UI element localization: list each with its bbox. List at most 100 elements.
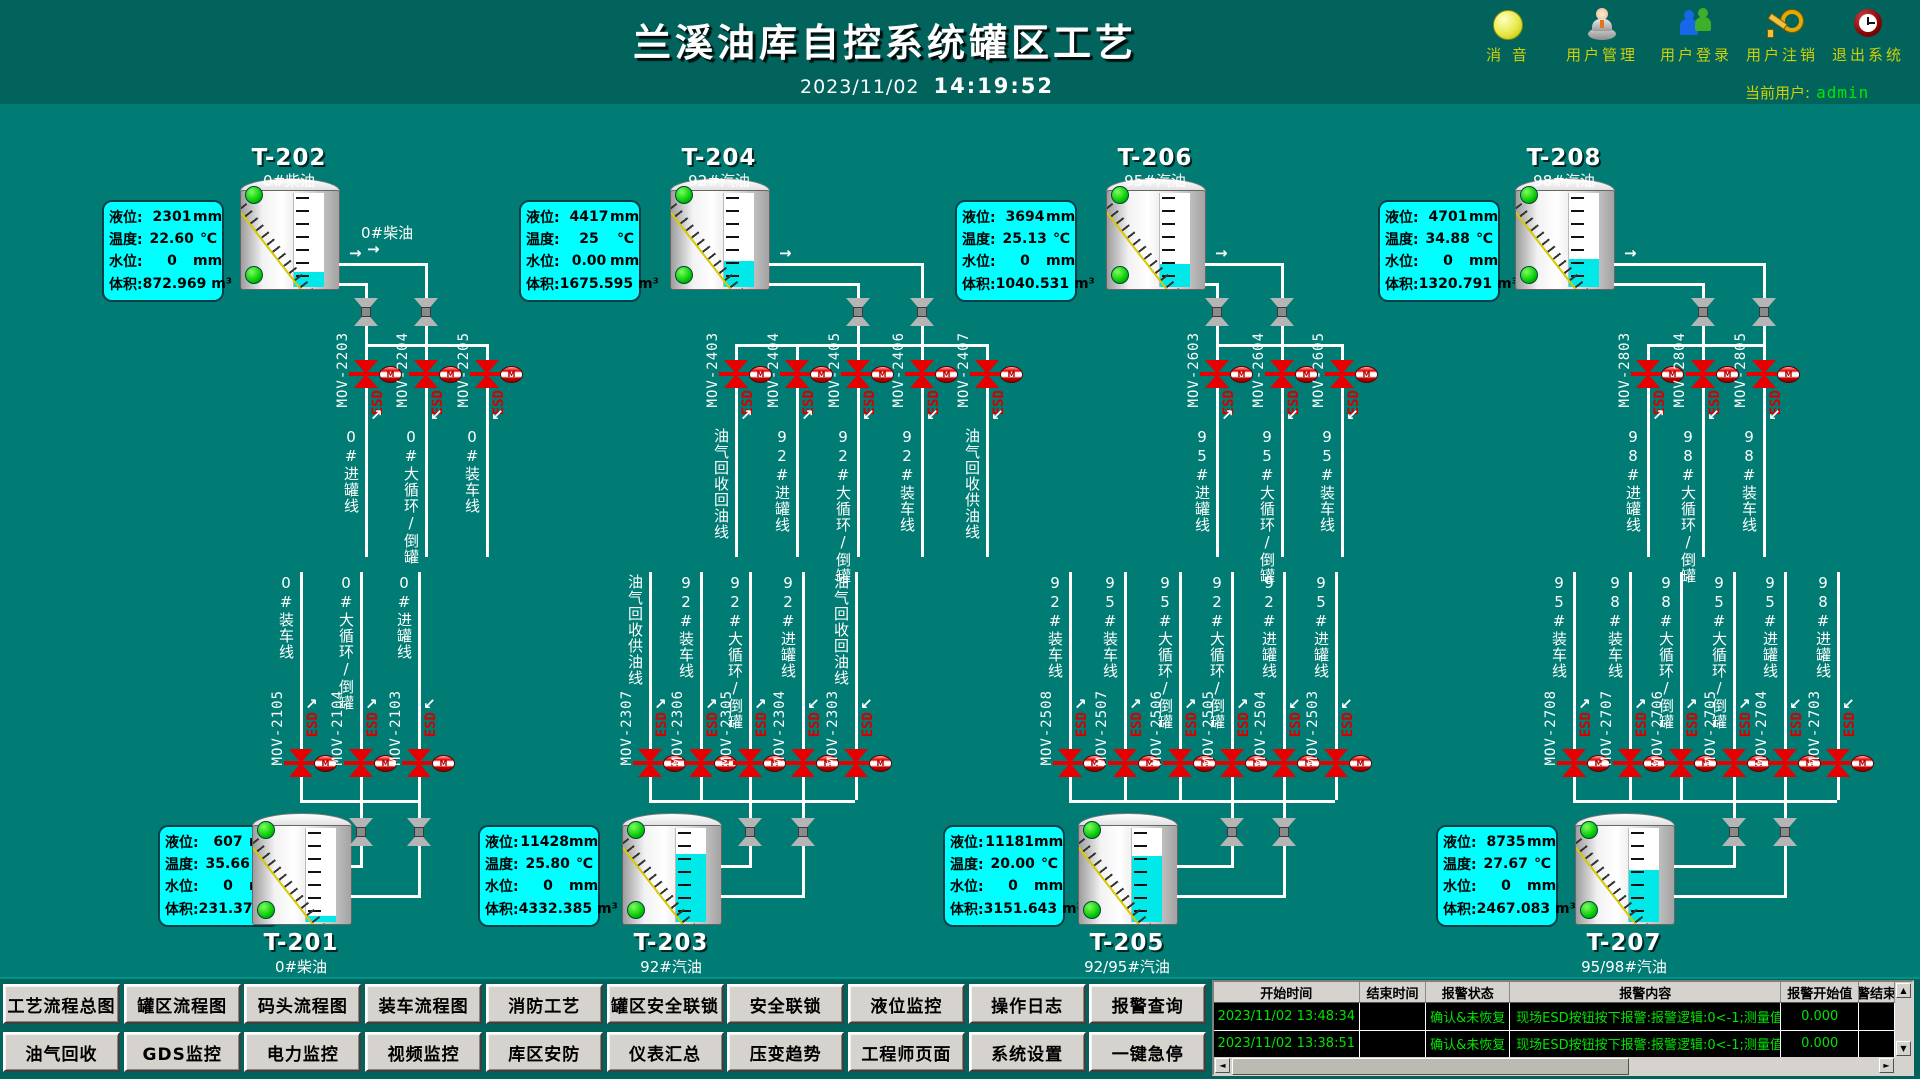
temp-value: 25.13 xyxy=(1003,231,1047,247)
alarm-cell: 2023/11/02 13:38:51 xyxy=(1214,1030,1360,1057)
user-management-button[interactable]: 用户管理 xyxy=(1556,8,1648,65)
footer-button-r2-c8[interactable]: 工程师页面 xyxy=(848,1032,965,1072)
volume-label: 体积: xyxy=(109,274,143,294)
alarm-row[interactable]: 2023/11/02 13:48:34确认&未恢复现场ESD按钮按下报警:报警逻… xyxy=(1214,1003,1895,1031)
footer-button-r2-c6[interactable]: 仪表汇总 xyxy=(607,1032,724,1072)
flow-arrow-icon: ↗ xyxy=(305,695,318,713)
hscroll-thumb[interactable] xyxy=(1232,1058,1629,1075)
pipe-line-label: 95#装车线 xyxy=(1101,574,1118,679)
mov-valve-bar xyxy=(905,372,939,376)
footer-button-r1-c1[interactable]: 工艺流程总图 xyxy=(3,984,120,1024)
scroll-left-button[interactable]: ◄ xyxy=(1215,1058,1230,1073)
mov-tag-MOV-2304: MOV-2304 xyxy=(772,690,788,765)
level-unit: mm xyxy=(1527,834,1551,850)
alarm-table: 开始时间结束时间报警状态报警内容报警开始值报警结束值2023/11/02 13:… xyxy=(1212,980,1914,1076)
mute-button[interactable]: 消 音 xyxy=(1478,10,1538,65)
footer-button-r2-c1[interactable]: 油气回收 xyxy=(3,1032,120,1072)
mov-status-indicator[interactable]: M xyxy=(1349,755,1372,772)
mov-status-indicator[interactable]: M xyxy=(1851,755,1874,772)
scroll-down-button[interactable]: ▼ xyxy=(1896,1041,1911,1056)
esd-tag: ESD xyxy=(423,712,439,737)
mov-valve-bar xyxy=(1267,761,1301,765)
mov-tag-MOV-2604: MOV-2604 xyxy=(1251,332,1267,407)
exit-system-button[interactable]: 退出系统 xyxy=(1822,8,1914,65)
flow-arrow-icon: ↗ xyxy=(1685,695,1698,713)
footer-button-r2-c9[interactable]: 系统设置 xyxy=(969,1032,1086,1072)
pipe-horizontal xyxy=(351,865,363,868)
user-login-button[interactable]: 用户登录 xyxy=(1650,8,1742,65)
footer-button-r2-c5[interactable]: 库区安防 xyxy=(486,1032,603,1072)
footer-button-r1-c9[interactable]: 操作日志 xyxy=(969,984,1086,1024)
temp-label: 温度: xyxy=(962,229,1003,249)
mov-status-indicator[interactable]: M xyxy=(1000,366,1023,383)
water-label: 水位: xyxy=(962,251,1004,271)
pipe-horizontal xyxy=(1614,283,1705,286)
mov-valve-bar xyxy=(1664,761,1698,765)
mov-status-indicator[interactable]: M xyxy=(1230,366,1253,383)
flow-arrow-icon: → xyxy=(1624,244,1637,262)
footer-button-r1-c8[interactable]: 液位监控 xyxy=(848,984,965,1024)
pipe-line-label: 油气回收回油线 xyxy=(832,574,849,686)
mov-valve-bar xyxy=(839,761,873,765)
footer-button-r2-c7[interactable]: 压变趋势 xyxy=(727,1032,844,1072)
mute-lamp-icon[interactable] xyxy=(1493,10,1523,40)
databox-row-temp: 温度:25℃ xyxy=(526,228,634,250)
footer-button-r1-c4[interactable]: 装车流程图 xyxy=(365,984,482,1024)
water-unit: mm xyxy=(1527,878,1551,894)
volume-value: 1040.531 m³ xyxy=(996,276,1095,292)
footer-button-r1-c5[interactable]: 消防工艺 xyxy=(486,984,603,1024)
footer-button-r1-c3[interactable]: 码头流程图 xyxy=(244,984,361,1024)
footer-button-r2-c10[interactable]: 一键急停 xyxy=(1089,1032,1206,1072)
scroll-up-button[interactable]: ▲ xyxy=(1896,983,1911,998)
manual-valve xyxy=(1691,298,1715,326)
footer-button-r1-c7[interactable]: 安全联锁 xyxy=(727,984,844,1024)
footer-button-r2-c4[interactable]: 视频监控 xyxy=(365,1032,482,1072)
pipe-vertical xyxy=(802,800,805,895)
mov-tag-MOV-2504: MOV-2504 xyxy=(1253,690,1269,765)
footer-button-r2-c3[interactable]: 电力监控 xyxy=(244,1032,361,1072)
pipe-line-label: 92#进罐线 xyxy=(1260,574,1277,679)
tank-T-205 xyxy=(1078,825,1178,925)
volume-value: 4332.385 m³ xyxy=(519,901,618,917)
mov-status-indicator[interactable]: M xyxy=(1355,366,1378,383)
level-unit: mm xyxy=(1034,834,1058,850)
flow-arrow-icon: → xyxy=(349,244,362,262)
databox-row-volume: 体积:3151.643 m³ xyxy=(950,897,1058,921)
mov-status-indicator[interactable]: M xyxy=(432,755,455,772)
scroll-right-button[interactable]: ► xyxy=(1879,1058,1894,1073)
flow-arrow-icon: → xyxy=(1215,244,1228,262)
user-logout-button[interactable]: 用户注销 xyxy=(1736,8,1828,65)
level-label: 液位: xyxy=(950,832,985,852)
flow-arrow-icon: ↙ xyxy=(1789,695,1802,713)
scada-screen: 兰溪油库自控系统罐区工艺 2023/11/0214:19:52 消 音 用户管理… xyxy=(0,0,1920,1079)
alarm-hscrollbar[interactable]: ◄► xyxy=(1214,1057,1895,1074)
level-unit: mm xyxy=(1046,209,1070,225)
pipe-horizontal xyxy=(1573,800,1837,803)
footer-button-r1-c6[interactable]: 罐区安全联锁 xyxy=(607,984,724,1024)
temp-value: 22.60 xyxy=(150,231,194,247)
mov-status-indicator[interactable]: M xyxy=(935,366,958,383)
mov-valve-bar xyxy=(1613,761,1647,765)
pipe-line-label: 95#进罐线 xyxy=(1761,574,1778,679)
pipe-horizontal xyxy=(769,283,860,286)
footer-button-r2-c2[interactable]: GDS监控 xyxy=(124,1032,241,1072)
mov-status-indicator[interactable]: M xyxy=(1777,366,1800,383)
tank-title-T-205: T-205 xyxy=(1057,930,1197,956)
footer-button-r1-c2[interactable]: 罐区流程图 xyxy=(124,984,241,1024)
mov-tag-MOV-2405: MOV-2405 xyxy=(827,332,843,407)
esd-tag: ESD xyxy=(1634,712,1650,737)
alarm-vscrollbar[interactable]: ▲▼ xyxy=(1895,982,1912,1057)
alarm-row[interactable]: 2023/11/02 13:38:51确认&未恢复现场ESD按钮按下报警:报警逻… xyxy=(1214,1030,1895,1058)
footer-button-r1-c10[interactable]: 报警查询 xyxy=(1089,984,1206,1024)
pipe-line-label: 95#进罐线 xyxy=(1312,574,1329,679)
temp-unit: ℃ xyxy=(1470,231,1493,247)
databox-row-volume: 体积:1320.791 m³ xyxy=(1385,272,1493,296)
mov-status-indicator[interactable]: M xyxy=(869,755,892,772)
mov-status-indicator[interactable]: M xyxy=(500,366,523,383)
mov-valve-bar xyxy=(284,761,318,765)
pipe-horizontal xyxy=(721,895,805,898)
alarm-header-cell: 报警结束值 xyxy=(1859,982,1895,1003)
pipe-horizontal xyxy=(1177,865,1234,868)
pipe-horizontal xyxy=(1674,865,1736,868)
manual-valve-stem xyxy=(1227,827,1237,837)
